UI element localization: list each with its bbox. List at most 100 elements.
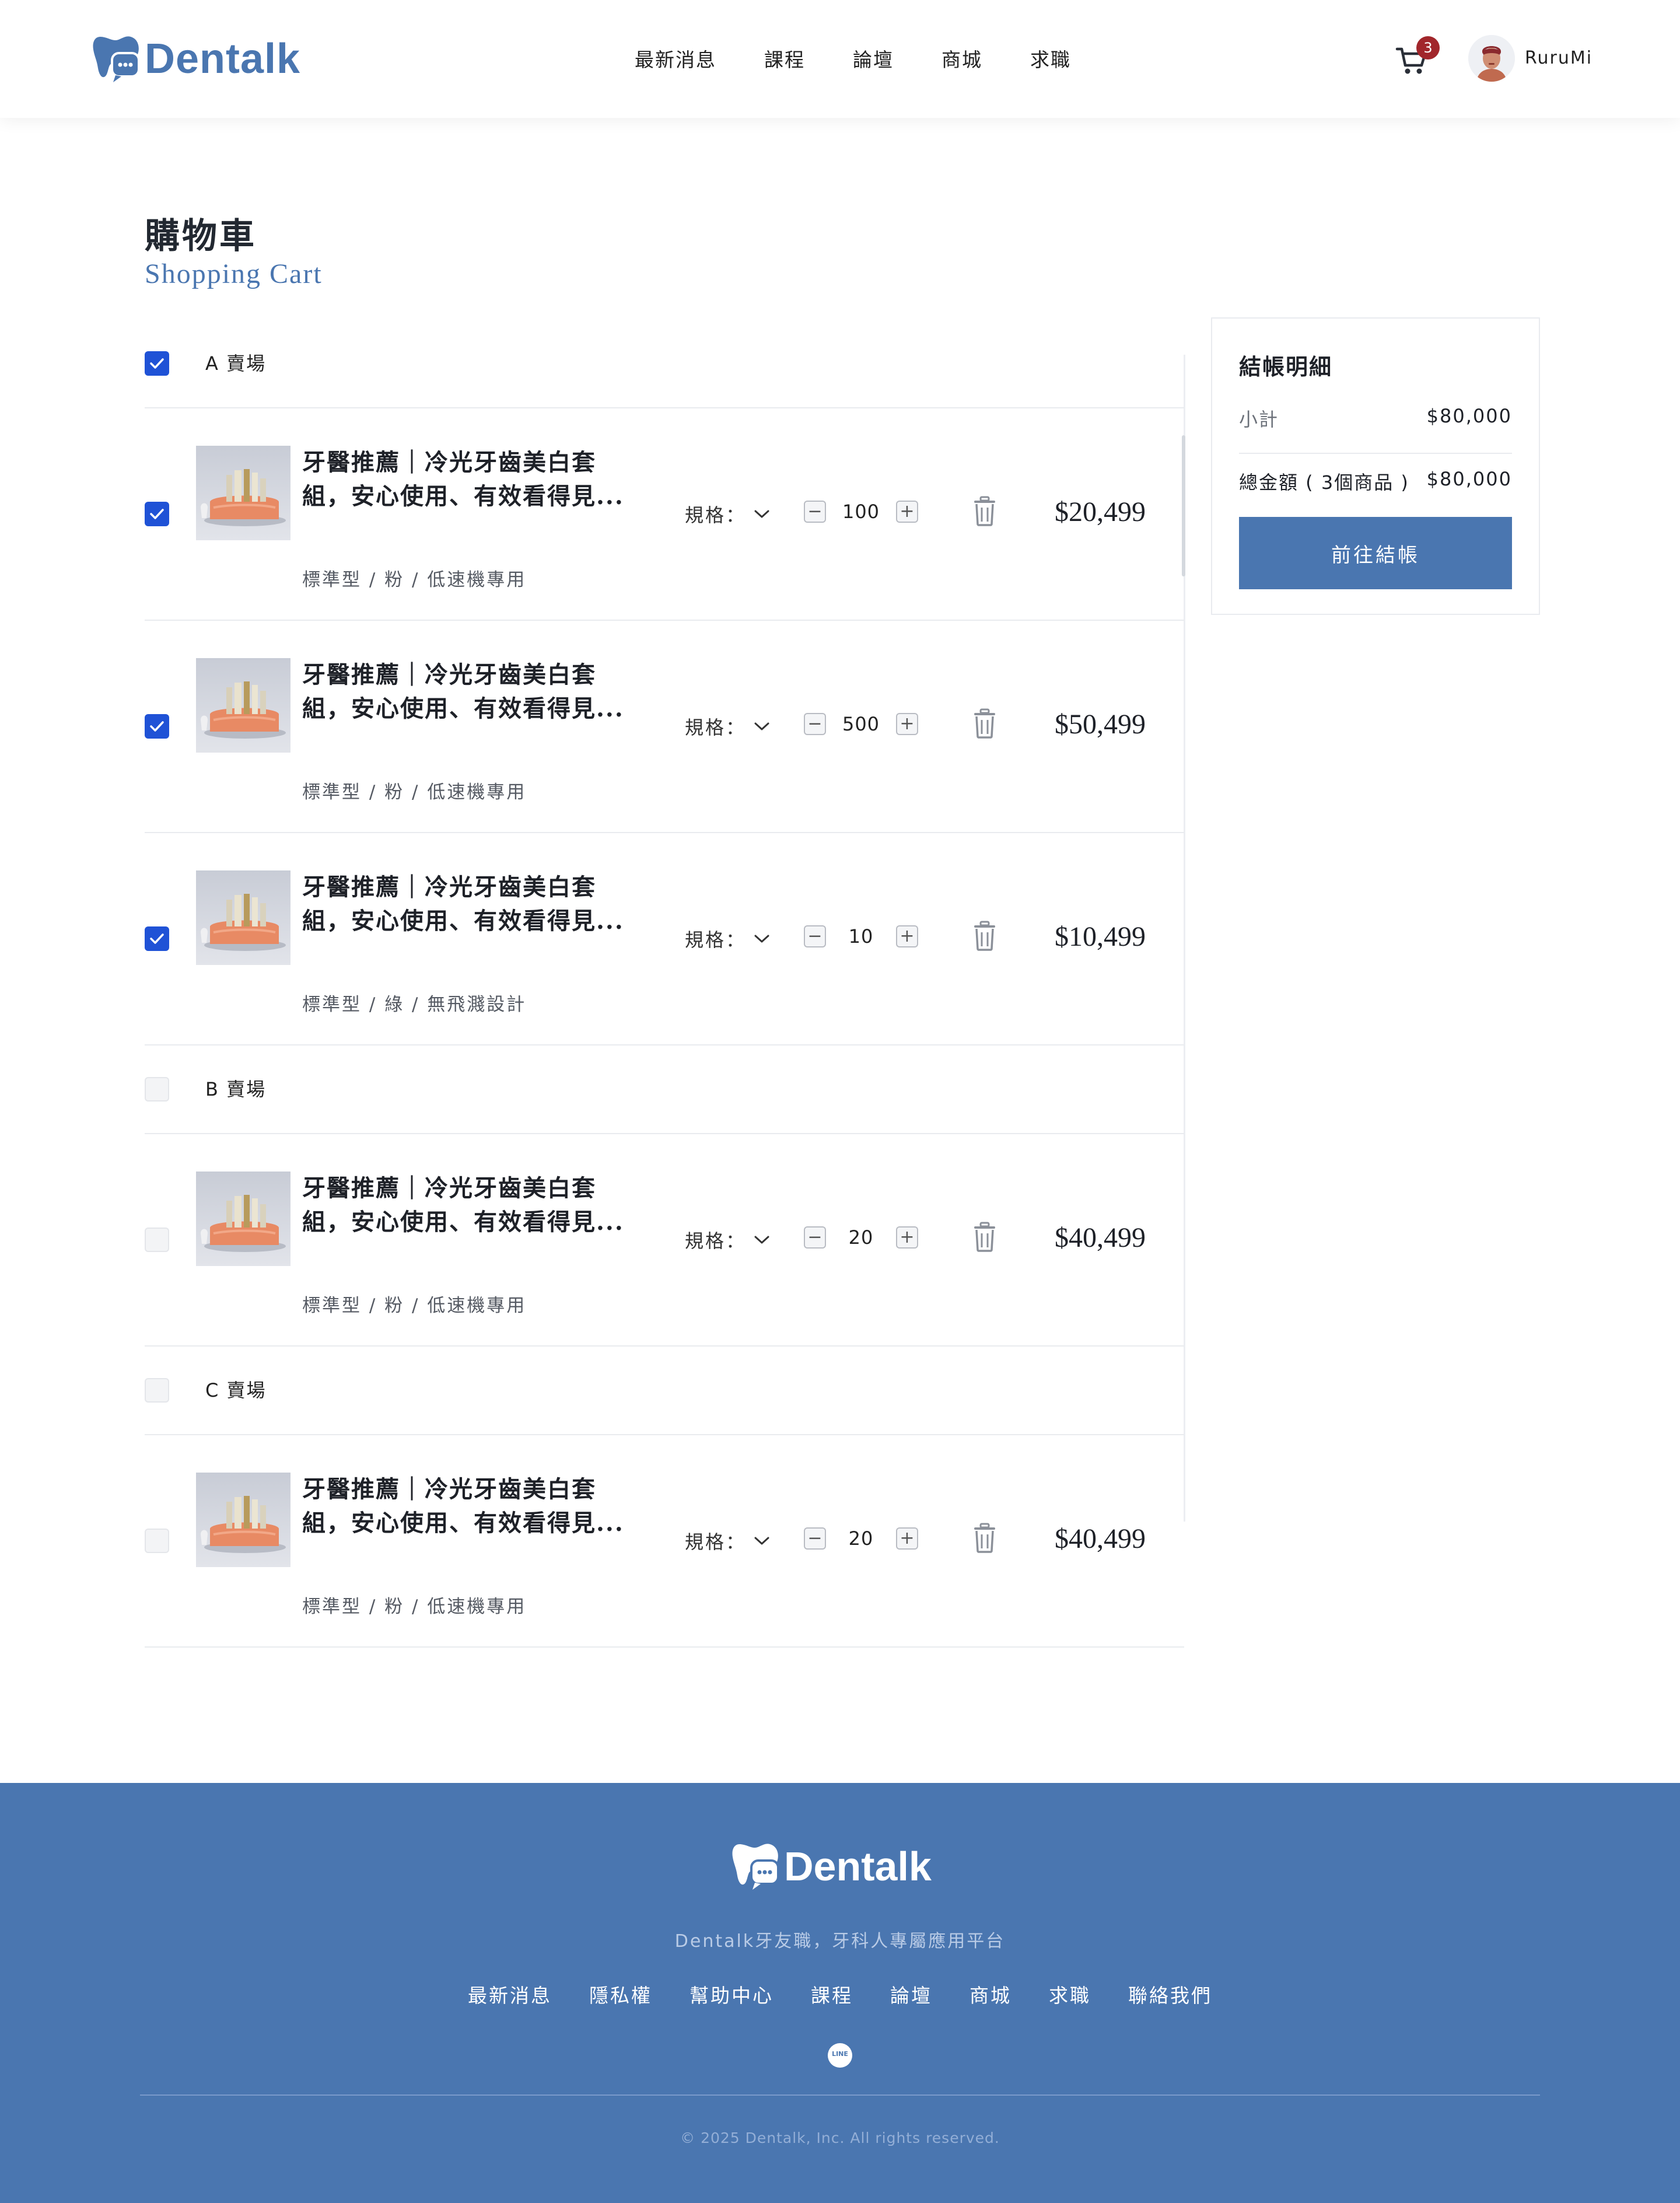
decrease-quantity-button[interactable]: − — [804, 1226, 826, 1249]
store-label: A 賣場 — [205, 352, 267, 375]
decrease-quantity-button[interactable]: − — [804, 501, 826, 523]
avatar-illustration — [1468, 35, 1515, 82]
store-b-checkbox[interactable] — [145, 1077, 169, 1102]
subtotal-label: 小計 — [1239, 408, 1279, 431]
product-image[interactable] — [196, 1172, 290, 1266]
cart-item: 牙醫推薦｜冷光牙齒美白套組，安心使用、有效看得見... 標準型 / 粉 / 低速… — [145, 621, 1184, 833]
spec-label: 規格： — [685, 929, 747, 951]
product-variant: 標準型 / 粉 / 低速機專用 — [302, 1596, 527, 1617]
chevron-down-icon — [754, 935, 769, 943]
spec-dropdown[interactable]: 規格： — [685, 713, 769, 740]
item-checkbox[interactable] — [145, 926, 169, 951]
nav-item-courses[interactable]: 課程 — [764, 44, 805, 72]
chevron-down-icon — [754, 1236, 769, 1244]
decrease-quantity-button[interactable]: − — [804, 713, 826, 735]
nav-item-jobs[interactable]: 求職 — [1030, 44, 1071, 72]
spec-label: 規格： — [685, 1531, 747, 1553]
spec-dropdown[interactable]: 規格： — [685, 501, 769, 527]
store-a-checkbox[interactable] — [145, 351, 169, 376]
product-name[interactable]: 牙醫推薦｜冷光牙齒美白套組，安心使用、有效看得見... — [302, 1473, 629, 1540]
footer-logo[interactable]: Dentalk — [732, 1840, 932, 1893]
footer-logo-text: Dentalk — [784, 1844, 932, 1889]
cart-count-badge: 3 — [1416, 36, 1440, 60]
trash-icon[interactable] — [973, 1523, 996, 1553]
item-price: $50,499 — [1055, 709, 1146, 740]
dentalk-logo[interactable]: Dentalk — [92, 33, 300, 85]
quantity-value[interactable]: 500 — [826, 713, 896, 735]
footer-link-courses[interactable]: 課程 — [811, 1980, 853, 2008]
increase-quantity-button[interactable]: + — [896, 713, 918, 735]
footer-link-privacy[interactable]: 隱私權 — [589, 1980, 652, 2008]
nav-item-forum[interactable]: 論壇 — [853, 44, 894, 72]
store-label: B 賣場 — [205, 1078, 267, 1100]
increase-quantity-button[interactable]: + — [896, 501, 918, 523]
store-label: C 賣場 — [205, 1379, 267, 1401]
check-icon — [150, 509, 164, 519]
product-image[interactable] — [196, 1473, 290, 1567]
product-variant: 標準型 / 粉 / 低速機專用 — [302, 782, 527, 803]
product-name[interactable]: 牙醫推薦｜冷光牙齒美白套組，安心使用、有效看得見... — [302, 446, 629, 513]
chevron-down-icon — [754, 722, 769, 730]
subtotal-value: $80,000 — [1426, 405, 1512, 427]
cart-item: 牙醫推薦｜冷光牙齒美白套組，安心使用、有效看得見... 標準型 / 粉 / 低速… — [145, 408, 1184, 621]
item-checkbox[interactable] — [145, 1529, 169, 1553]
footer-link-contact[interactable]: 聯絡我們 — [1128, 1980, 1212, 2008]
trash-icon[interactable] — [973, 1222, 996, 1252]
dental-model-image — [201, 1496, 286, 1553]
item-price: $40,499 — [1055, 1222, 1146, 1253]
dental-model-image — [201, 894, 286, 951]
quantity-value[interactable]: 20 — [826, 1527, 896, 1550]
spec-dropdown[interactable]: 規格： — [685, 1527, 769, 1554]
quantity-value[interactable]: 20 — [826, 1226, 896, 1249]
footer-copyright: © 2025 Dentalk, Inc. All rights reserved… — [680, 2129, 1000, 2146]
summary-divider — [1239, 453, 1512, 454]
product-name[interactable]: 牙醫推薦｜冷光牙齒美白套組，安心使用、有效看得見... — [302, 870, 629, 938]
spec-dropdown[interactable]: 規格： — [685, 1226, 769, 1253]
trash-icon[interactable] — [973, 921, 996, 951]
cart-button[interactable]: 3 — [1395, 36, 1440, 79]
footer-link-news[interactable]: 最新消息 — [468, 1980, 552, 2008]
decrease-quantity-button[interactable]: − — [804, 925, 826, 947]
tooth-chat-logo-icon — [732, 1844, 779, 1890]
footer-link-help[interactable]: 幫助中心 — [690, 1980, 774, 2008]
store-row-a: A 賣場 — [145, 320, 1184, 408]
username[interactable]: RuruMi — [1525, 48, 1592, 68]
product-image[interactable] — [196, 658, 290, 753]
item-checkbox[interactable] — [145, 502, 169, 526]
footer-link-forum[interactable]: 論壇 — [890, 1980, 932, 2008]
increase-quantity-button[interactable]: + — [896, 1226, 918, 1249]
footer-link-shop[interactable]: 商城 — [970, 1980, 1012, 2008]
quantity-value[interactable]: 100 — [826, 501, 896, 523]
dental-model-image — [201, 681, 286, 739]
store-row-c: C 賣場 — [145, 1347, 1184, 1435]
total-row: 總金額 ( 3個商品 ) $80,000 — [1239, 468, 1512, 495]
decrease-quantity-button[interactable]: − — [804, 1527, 826, 1550]
checkout-summary: 結帳明細 小計 $80,000 總金額 ( 3個商品 ) $80,000 前往結… — [1211, 317, 1540, 615]
item-checkbox[interactable] — [145, 714, 169, 739]
check-icon — [150, 721, 164, 732]
product-variant: 標準型 / 粉 / 低速機專用 — [302, 1295, 527, 1316]
trash-icon[interactable] — [973, 496, 996, 526]
checkout-button[interactable]: 前往結帳 — [1239, 517, 1512, 589]
nav-item-news[interactable]: 最新消息 — [635, 44, 716, 72]
avatar[interactable] — [1468, 35, 1515, 82]
product-image[interactable] — [196, 446, 290, 540]
store-c-checkbox[interactable] — [145, 1378, 169, 1403]
spec-dropdown[interactable]: 規格： — [685, 925, 769, 952]
product-name[interactable]: 牙醫推薦｜冷光牙齒美白套組，安心使用、有效看得見... — [302, 1172, 629, 1239]
item-price: $40,499 — [1055, 1523, 1146, 1554]
cart-item: 牙醫推薦｜冷光牙齒美白套組，安心使用、有效看得見... 標準型 / 粉 / 低速… — [145, 1134, 1184, 1347]
increase-quantity-button[interactable]: + — [896, 925, 918, 947]
tooth-chat-logo-icon — [93, 36, 140, 82]
item-checkbox[interactable] — [145, 1228, 169, 1252]
quantity-value[interactable]: 10 — [826, 925, 896, 947]
product-image[interactable] — [196, 870, 290, 965]
nav-item-shop[interactable]: 商城 — [942, 44, 982, 72]
increase-quantity-button[interactable]: + — [896, 1527, 918, 1550]
footer-link-jobs[interactable]: 求職 — [1049, 1980, 1091, 2008]
quantity-stepper: − 20 + — [804, 1225, 918, 1250]
line-app-icon[interactable]: LINE — [828, 2043, 852, 2068]
trash-icon[interactable] — [973, 708, 996, 739]
product-name[interactable]: 牙醫推薦｜冷光牙齒美白套組，安心使用、有效看得見... — [302, 658, 629, 726]
site-header: Dentalk 最新消息 課程 論壇 商城 求職 3 RuruMi — [0, 0, 1680, 118]
